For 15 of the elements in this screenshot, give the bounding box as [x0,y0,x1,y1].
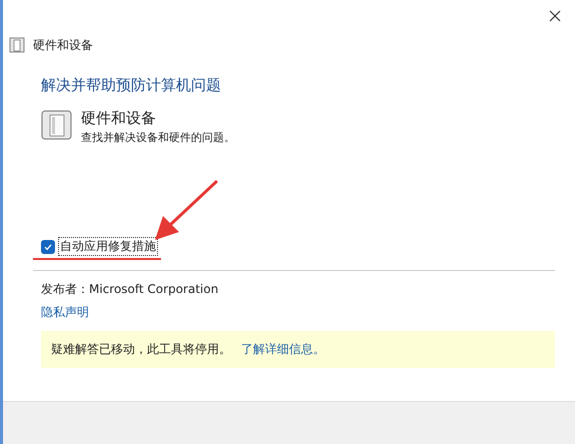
check-icon [43,242,53,252]
learn-more-link[interactable]: 了解详细信息。 [241,341,325,358]
privacy-link[interactable]: 隐私声明 [41,304,89,321]
checkbox-label[interactable]: 自动应用修复措施 [58,237,158,256]
troubleshooter-description: 查找并解决设备和硬件的问题。 [81,130,235,145]
close-icon[interactable] [549,10,561,22]
page-heading: 解决并帮助预防计算机问题 [41,76,222,95]
notice-text: 疑难解答已移动，此工具将停用。 [51,341,231,358]
hardware-icon [9,37,25,53]
annotation-arrow [155,180,218,240]
troubleshooter-title: 硬件和设备 [81,109,157,128]
hardware-icon [41,109,73,141]
window-title: 硬件和设备 [33,36,93,54]
publisher-text: 发布者：Microsoft Corporation [41,281,220,298]
checkbox[interactable] [41,240,55,254]
